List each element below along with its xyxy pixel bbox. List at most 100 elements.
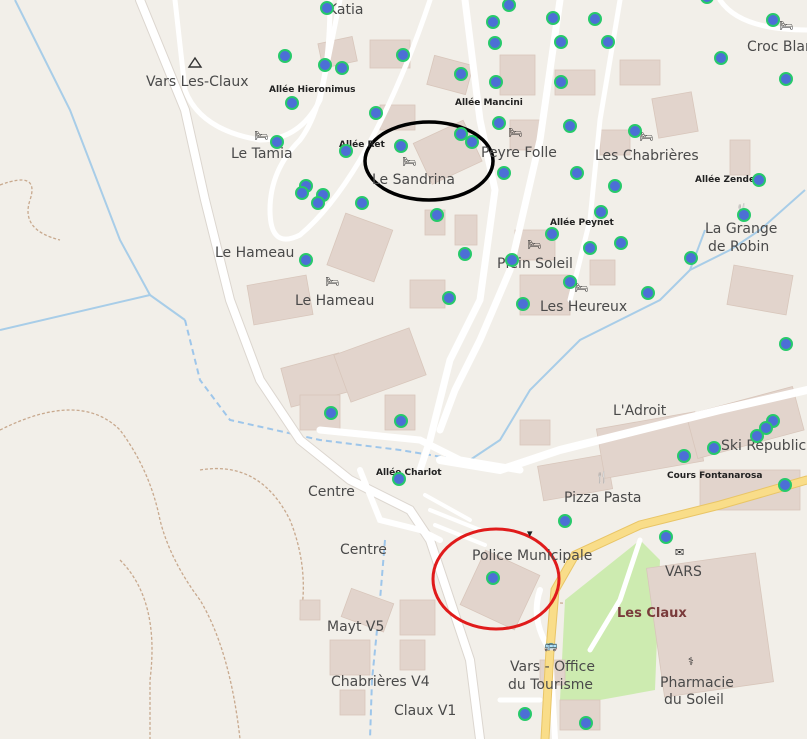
location-marker[interactable] <box>778 478 792 492</box>
location-marker[interactable] <box>588 12 602 26</box>
location-marker[interactable] <box>684 251 698 265</box>
location-marker[interactable] <box>677 449 691 463</box>
place-label: VARS <box>665 564 702 580</box>
pharmacy-icon[interactable]: ⚕ <box>688 656 694 667</box>
location-marker[interactable] <box>505 253 519 267</box>
location-marker[interactable] <box>278 49 292 63</box>
hotel-icon[interactable]: 🛏 <box>254 130 268 141</box>
location-marker[interactable] <box>570 166 584 180</box>
police-icon[interactable]: ▾ <box>527 528 533 539</box>
place-label: Les Chabrières <box>595 148 699 164</box>
place-label: Vars - Office <box>510 659 595 675</box>
location-marker[interactable] <box>659 530 673 544</box>
location-marker[interactable] <box>554 35 568 49</box>
location-marker[interactable] <box>339 144 353 158</box>
hotel-icon[interactable]: 🛏 <box>402 156 416 167</box>
location-marker[interactable] <box>608 179 622 193</box>
location-marker[interactable] <box>465 135 479 149</box>
location-marker[interactable] <box>492 116 506 130</box>
location-marker[interactable] <box>545 227 559 241</box>
location-marker[interactable] <box>454 67 468 81</box>
place-label: La Grange <box>705 221 778 237</box>
hotel-icon[interactable]: 🛏 <box>779 20 793 31</box>
street-label: Allée Peynet <box>550 218 614 228</box>
place-label: de Robin <box>708 239 770 255</box>
location-marker[interactable] <box>486 15 500 29</box>
location-marker[interactable] <box>750 429 764 443</box>
location-marker[interactable] <box>546 11 560 25</box>
location-marker[interactable] <box>270 135 284 149</box>
location-marker[interactable] <box>766 13 780 27</box>
location-marker[interactable] <box>518 707 532 721</box>
place-label: Ski Republic <box>721 438 807 454</box>
area-label: Les Claux <box>617 606 687 621</box>
location-marker[interactable] <box>563 275 577 289</box>
location-marker[interactable] <box>430 208 444 222</box>
location-marker[interactable] <box>442 291 456 305</box>
place-label: Le Sandrina <box>372 172 455 188</box>
street-label: Allée Mancini <box>455 98 523 108</box>
place-label: Centre <box>340 542 387 558</box>
location-marker[interactable] <box>558 514 572 528</box>
river-west <box>14 0 151 296</box>
location-marker[interactable] <box>486 571 500 585</box>
hotel-icon[interactable]: 🛏 <box>508 127 522 138</box>
place-label: du Tourisme <box>508 677 594 693</box>
location-marker[interactable] <box>707 441 721 455</box>
place-label: Le Tamia <box>231 146 293 162</box>
post-office-icon[interactable]: ✉ <box>675 547 684 558</box>
location-marker[interactable] <box>369 106 383 120</box>
location-marker[interactable] <box>355 196 369 210</box>
street-label: Allée Zendel <box>695 175 759 185</box>
street-label: Allée Hieronimus <box>269 85 356 95</box>
place-label: Chabrières V4 <box>331 674 430 690</box>
location-marker[interactable] <box>554 75 568 89</box>
location-marker[interactable] <box>714 51 728 65</box>
place-label: Police Municipale <box>472 548 593 564</box>
place-label: Mayt V5 <box>327 619 385 635</box>
location-marker[interactable] <box>614 236 628 250</box>
location-marker[interactable] <box>641 286 655 300</box>
location-marker[interactable] <box>489 75 503 89</box>
location-marker[interactable] <box>458 247 472 261</box>
map-canvas[interactable]: Katia Vars Les-Claux Allée Hieronimus Le… <box>0 0 807 739</box>
street-label: Cours Fontanarosa <box>667 471 763 481</box>
location-marker[interactable] <box>396 48 410 62</box>
summit-icon <box>187 56 203 68</box>
map-base <box>0 0 807 739</box>
place-label: Centre <box>308 484 355 500</box>
place-label: Pharmacie <box>660 675 734 691</box>
location-marker[interactable] <box>285 96 299 110</box>
location-marker[interactable] <box>628 124 642 138</box>
location-marker[interactable] <box>320 1 334 15</box>
location-marker[interactable] <box>752 173 766 187</box>
location-marker[interactable] <box>563 119 577 133</box>
place-label: Peyre Folle <box>481 145 557 161</box>
restaurant-icon[interactable]: 🍴 <box>595 472 609 483</box>
location-marker[interactable] <box>516 297 530 311</box>
location-marker[interactable] <box>318 58 332 72</box>
place-label: Croc Blan <box>747 39 807 55</box>
location-marker[interactable] <box>779 72 793 86</box>
location-marker[interactable] <box>583 241 597 255</box>
hotel-icon[interactable]: 🛏 <box>325 276 339 287</box>
location-marker[interactable] <box>335 61 349 75</box>
location-marker[interactable] <box>324 406 338 420</box>
location-marker[interactable] <box>295 186 309 200</box>
place-label: Le Hameau <box>295 293 375 309</box>
bus-stop-icon[interactable]: 🚌 <box>544 640 558 651</box>
location-marker[interactable] <box>579 716 593 730</box>
location-marker[interactable] <box>311 196 325 210</box>
location-marker[interactable] <box>737 208 751 222</box>
place-label: Claux V1 <box>394 703 457 719</box>
location-marker[interactable] <box>488 36 502 50</box>
location-marker[interactable] <box>594 205 608 219</box>
location-marker[interactable] <box>497 166 511 180</box>
location-marker[interactable] <box>394 139 408 153</box>
location-marker[interactable] <box>299 253 313 267</box>
location-marker[interactable] <box>392 472 406 486</box>
location-marker[interactable] <box>394 414 408 428</box>
location-marker[interactable] <box>601 35 615 49</box>
location-marker[interactable] <box>779 337 793 351</box>
hotel-icon[interactable]: 🛏 <box>527 239 541 250</box>
